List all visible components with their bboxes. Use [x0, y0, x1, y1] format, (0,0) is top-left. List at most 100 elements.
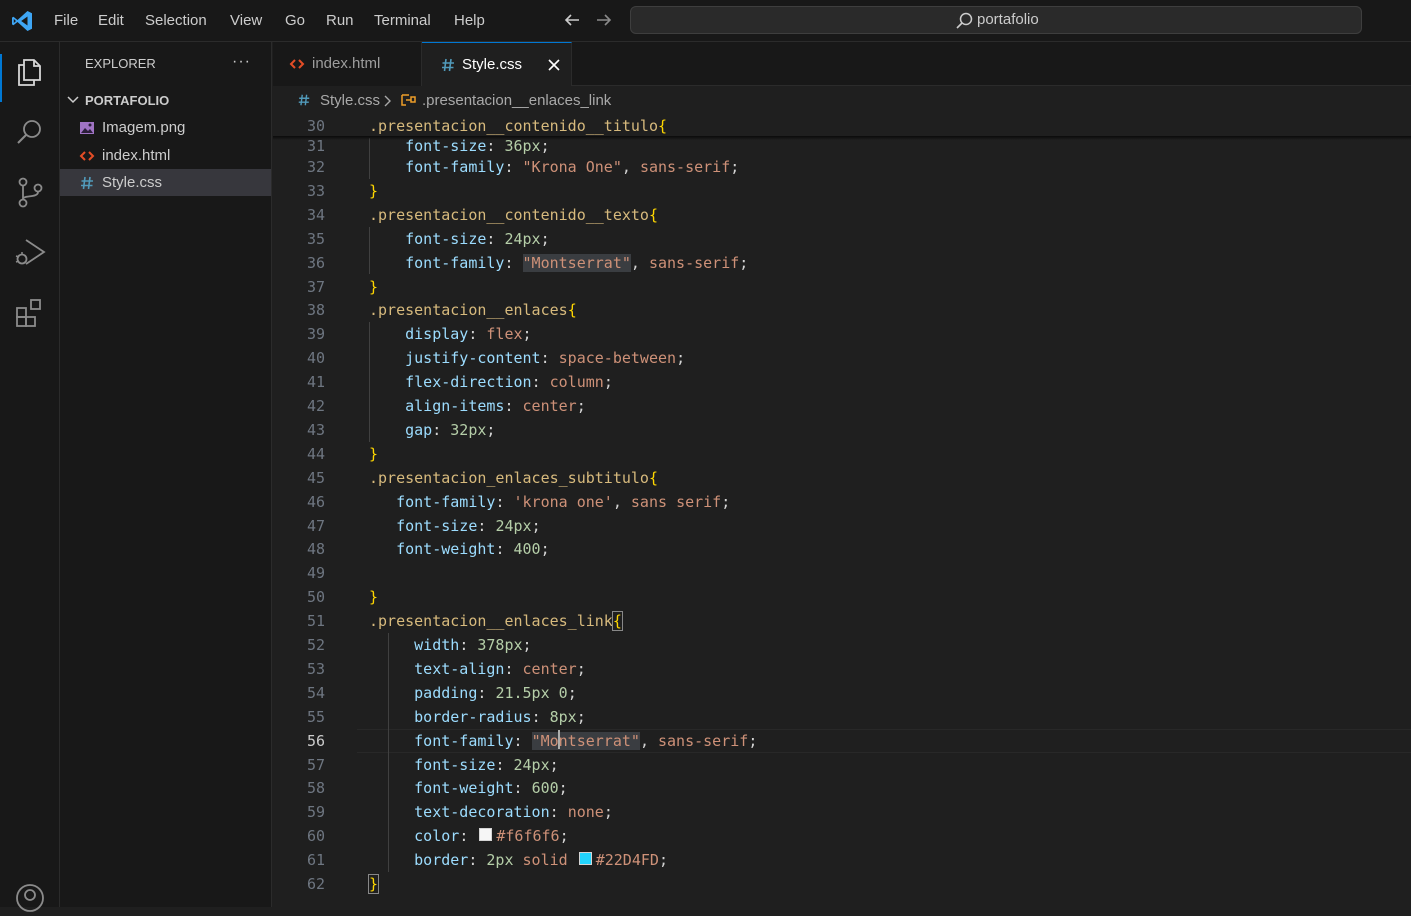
- line-number: 33: [306, 181, 325, 200]
- file-item-imagem[interactable]: Imagem.png: [60, 114, 271, 141]
- line-number: 40: [306, 349, 325, 368]
- css-file-icon: [81, 176, 93, 190]
- file-item-style-css[interactable]: Style.css: [60, 169, 271, 196]
- code-line: .presentacion__enlaces_link{: [369, 611, 623, 632]
- line-number: 58: [306, 779, 325, 798]
- code-line: }: [369, 277, 379, 296]
- code-line: text-align: center;: [414, 659, 586, 678]
- code-line: text-decoration: none;: [414, 803, 613, 822]
- explorer-title: EXPLORER: [85, 56, 156, 71]
- tab-label: Style.css: [462, 56, 523, 73]
- code-line: font-family: 'krona one', sans serif;: [396, 492, 731, 511]
- line-number: 37: [306, 277, 325, 296]
- file-name: Imagem.png: [102, 119, 186, 136]
- explorer-more-actions[interactable]: ···: [232, 42, 251, 86]
- code-line: .presentacion__enlaces{: [369, 301, 577, 320]
- image-file-icon: [80, 122, 94, 134]
- line-number: 39: [306, 325, 325, 344]
- vscode-logo-icon: [12, 11, 32, 31]
- extensions-icon[interactable]: [12, 294, 48, 330]
- menu-file[interactable]: File: [54, 0, 78, 42]
- code-line: justify-content: space-between;: [405, 349, 686, 368]
- line-number: 47: [306, 516, 325, 535]
- code-line: font-family: "Krona One", sans-serif;: [405, 158, 740, 176]
- tab-style-css[interactable]: Style.css: [422, 42, 572, 86]
- line-number: 49: [306, 564, 325, 583]
- code-line: }: [369, 588, 379, 607]
- line-number: 30: [306, 117, 325, 135]
- line-number: 62: [306, 875, 325, 893]
- code-line: align-items: center;: [405, 397, 586, 415]
- breadcrumb-symbol[interactable]: .presentacion__enlaces_link: [422, 87, 611, 114]
- code-editor[interactable]: 31 font-size: 36px; 32 font-family: "Kron…: [273, 114, 1411, 907]
- line-number: 51: [306, 612, 325, 631]
- line-number: 56: [306, 731, 325, 750]
- line-number: 57: [306, 755, 325, 774]
- css-file-icon: [442, 58, 454, 72]
- folder-portafolio[interactable]: PORTAFOLIO: [85, 89, 169, 113]
- code-line: font-size: 24px;: [405, 229, 550, 248]
- arrow-left-icon[interactable]: [561, 9, 583, 31]
- line-number: 61: [306, 851, 325, 870]
- code-line: font-size: 24px;: [396, 516, 541, 535]
- line-number: 55: [306, 707, 325, 726]
- code-line: font-family: "Montserrat", sans-serif;: [405, 253, 749, 272]
- line-number: 35: [306, 229, 325, 248]
- file-name: Style.css: [102, 174, 163, 191]
- code-line: .presentacion_enlaces_subtitulo{: [369, 468, 658, 487]
- code-line: padding: 21.5px 0;: [414, 683, 577, 702]
- file-name: index.html: [102, 147, 171, 164]
- html-file-icon: [79, 151, 95, 161]
- code-line: border-radius: 8px;: [414, 707, 586, 726]
- code-line: width: 378px;: [414, 636, 532, 654]
- menu-go[interactable]: Go: [285, 0, 305, 42]
- html-file-icon: [289, 59, 305, 69]
- code-line: font-weight: 600;: [414, 779, 568, 798]
- arrow-right-icon[interactable]: [593, 9, 615, 31]
- explorer-files-icon[interactable]: [12, 54, 48, 90]
- code-line: flex-direction: column;: [405, 373, 613, 392]
- css-file-icon: [298, 94, 310, 106]
- breadcrumb-file[interactable]: Style.css: [320, 87, 380, 114]
- code-line: color: #f6f6f6;: [414, 827, 569, 846]
- code-line: border: 2px solid #22D4FD;: [414, 851, 668, 870]
- search-icon[interactable]: [12, 114, 48, 150]
- file-item-index-html[interactable]: index.html: [60, 142, 271, 169]
- chevron-down-icon[interactable]: [66, 93, 80, 107]
- line-number: 38: [306, 301, 325, 320]
- line-number: 44: [306, 444, 325, 463]
- sticky-scroll-header[interactable]: 30 .presentacion__contenido__titulo{: [273, 114, 1411, 137]
- source-control-icon[interactable]: [12, 174, 48, 210]
- close-icon[interactable]: [546, 57, 562, 73]
- menu-terminal[interactable]: Terminal: [374, 0, 431, 42]
- color-swatch[interactable]: [578, 852, 592, 866]
- line-number: 53: [306, 659, 325, 678]
- line-number: 52: [306, 636, 325, 654]
- search-text: portafolio: [977, 11, 1039, 28]
- menu-run[interactable]: Run: [326, 0, 354, 42]
- tab-index-html[interactable]: index.html: [273, 42, 422, 86]
- code-line: }: [369, 181, 379, 200]
- search-icon: [956, 12, 973, 29]
- command-center-search[interactable]: portafolio: [630, 6, 1362, 34]
- line-number: 36: [306, 253, 325, 272]
- line-number: 48: [306, 540, 325, 559]
- menu-view[interactable]: View: [230, 0, 262, 42]
- chevron-right-icon: [384, 95, 391, 107]
- menu-help[interactable]: Help: [454, 0, 485, 42]
- code-line: }: [369, 444, 379, 463]
- activity-bar: [0, 42, 60, 912]
- color-swatch[interactable]: [479, 828, 493, 842]
- code-line: .presentacion__contenido__texto{: [369, 205, 658, 224]
- menu-edit[interactable]: Edit: [98, 0, 124, 42]
- menu-selection[interactable]: Selection: [145, 0, 207, 42]
- sticky-shadow: [273, 136, 1411, 140]
- line-number: 45: [306, 468, 325, 487]
- line-number: 50: [306, 588, 325, 607]
- account-icon[interactable]: [12, 880, 48, 916]
- run-debug-icon[interactable]: [12, 234, 48, 270]
- line-number: 46: [306, 492, 325, 511]
- explorer-sidebar: EXPLORER ··· PORTAFOLIO Imagem.png index…: [60, 42, 272, 907]
- breadcrumb: Style.css .presentacion__enlaces_link: [273, 87, 1411, 114]
- code-line: font-family: "Montserrat", sans-serif;: [414, 729, 758, 750]
